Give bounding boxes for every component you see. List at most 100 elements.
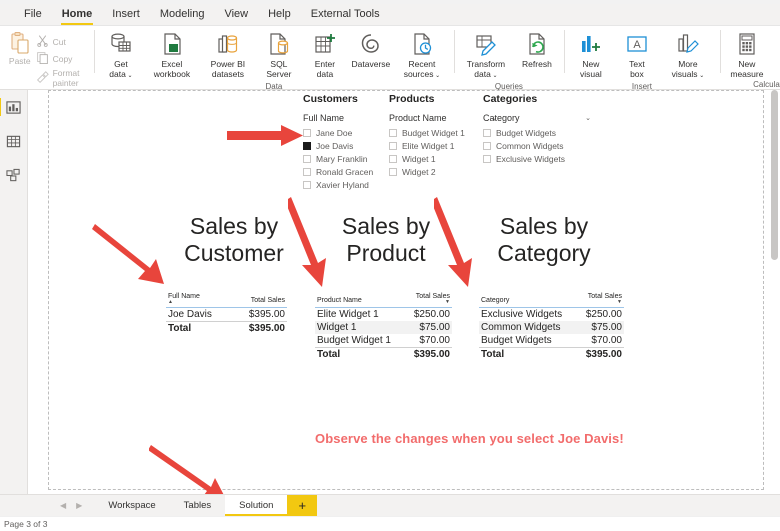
chevron-down-icon[interactable]: ⌄ <box>585 114 591 122</box>
power-bi-datasets-label-line1: Power BI <box>210 59 246 69</box>
table-row[interactable]: Exclusive Widgets $250.00 <box>479 308 624 322</box>
dataverse-button[interactable]: Dataverse <box>348 28 394 69</box>
checkbox-icon[interactable] <box>303 180 311 189</box>
slicer-option[interactable]: Widget 2 <box>389 166 497 177</box>
page-tab-solution[interactable]: Solution <box>225 495 288 516</box>
annotation-text: Observe the changes when you select Joe … <box>315 431 624 446</box>
transform-data-button[interactable]: Transform data ⌄ <box>458 28 514 81</box>
table-row[interactable]: Elite Widget 1 $250.00 <box>315 308 452 322</box>
column-header[interactable]: Full Name ▲ <box>166 292 232 308</box>
slicer-categories[interactable]: Categories Category ⌄ Budget Widgets Common … <box>483 93 591 166</box>
enter-data-button[interactable]: Enter data <box>302 28 348 79</box>
sort-descending-icon: ▼ <box>445 299 450 305</box>
menu-item-view[interactable]: View <box>214 4 258 26</box>
slicer-option[interactable]: Elite Widget 1 <box>389 140 497 151</box>
total-label: Total <box>315 347 406 361</box>
refresh-label-line1: Refresh <box>522 59 552 69</box>
menu-item-modeling[interactable]: Modeling <box>150 4 215 26</box>
paste-button[interactable]: Paste <box>4 30 36 66</box>
sql-server-button[interactable]: SQL Server <box>256 28 302 79</box>
slicer-field-name: Full Name <box>303 113 345 123</box>
menu-item-insert[interactable]: Insert <box>102 4 150 26</box>
copy-button[interactable]: Copy <box>36 51 90 66</box>
checkbox-icon[interactable] <box>389 128 397 137</box>
transform-data-icon <box>476 35 496 56</box>
slicer-option[interactable]: Budget Widget 1 <box>389 127 497 138</box>
checkbox-icon[interactable] <box>389 167 397 176</box>
slicer-option[interactable]: Budget Widgets <box>483 127 591 138</box>
table-row[interactable]: Common Widgets $75.00 <box>479 321 624 334</box>
checkbox-icon[interactable] <box>483 128 491 137</box>
new-visual-button[interactable]: New visual <box>568 28 614 79</box>
get-data-button[interactable]: Get data ⌄ <box>98 28 144 81</box>
table-cell: Budget Widget 1 <box>317 335 391 346</box>
table-row[interactable]: Joe Davis $395.00 <box>166 308 287 322</box>
table-visual-sales-by-category[interactable]: Category Total Sales ▼ Exclusive Widgets $25… <box>479 292 624 361</box>
checkbox-icon[interactable] <box>303 154 311 163</box>
column-header[interactable]: Total Sales ▼ <box>405 292 452 308</box>
prev-page-icon[interactable]: ◀ <box>60 501 66 510</box>
cut-button[interactable]: Cut <box>36 34 90 49</box>
sort-descending-icon: ▼ <box>617 299 622 305</box>
table-visual-sales-by-product[interactable]: Product Name Total Sales ▼ Elite Widget 1 $2… <box>315 292 452 361</box>
text-box-button[interactable]: A Text box <box>614 28 660 79</box>
slicer-option[interactable]: Xavier Hyland <box>303 179 411 190</box>
home-ribbon: Paste Cut Copy Format painter Get data ⌄… <box>0 26 780 98</box>
rail-report-view[interactable] <box>0 96 26 118</box>
power-bi-datasets-button[interactable]: Power BI datasets <box>200 28 256 79</box>
menu-item-home[interactable]: Home <box>52 4 103 26</box>
paste-label: Paste <box>8 56 31 66</box>
table-row[interactable]: Widget 1 $75.00 <box>315 321 452 334</box>
excel-workbook-button[interactable]: Excel workbook <box>144 28 200 79</box>
slicer-option-label: Budget Widgets <box>496 127 557 138</box>
slicer-option[interactable]: Widget 1 <box>389 153 497 164</box>
table-visual-sales-by-customer[interactable]: Full Name ▲ Total Sales Joe Davis $395.00 Tot… <box>166 292 287 335</box>
slicer-option[interactable]: Common Widgets <box>483 140 591 151</box>
work-area: Customers Full Name Jane Doe Joe Davis Mary … <box>0 90 780 494</box>
table-row[interactable]: Budget Widgets $70.00 <box>479 334 624 348</box>
checkbox-icon[interactable] <box>303 128 311 137</box>
rail-model-view[interactable] <box>2 164 26 186</box>
checkbox-icon[interactable] <box>483 141 491 150</box>
scrollbar-thumb[interactable] <box>771 90 778 260</box>
slicer-option[interactable]: Exclusive Widgets <box>483 153 591 164</box>
report-canvas[interactable]: Customers Full Name Jane Doe Joe Davis Mary … <box>48 90 764 494</box>
page-tab-tables[interactable]: Tables <box>170 495 225 516</box>
menu-item-file[interactable]: File <box>14 4 52 26</box>
checkbox-icon[interactable] <box>389 141 397 150</box>
menu-item-help[interactable]: Help <box>258 4 301 26</box>
checkbox-icon[interactable] <box>303 141 311 150</box>
page-tab-workspace[interactable]: Workspace <box>94 495 169 516</box>
menu-item-external-tools[interactable]: External Tools <box>301 4 390 26</box>
checkbox-icon[interactable] <box>303 167 311 176</box>
refresh-button[interactable]: Refresh <box>514 28 560 69</box>
column-header[interactable]: Category <box>479 292 578 308</box>
next-page-icon[interactable]: ▶ <box>76 501 82 510</box>
slicer-title: Categories <box>483 93 538 105</box>
add-page-button[interactable]: + <box>287 495 318 516</box>
format-painter-button[interactable]: Format painter <box>36 68 90 88</box>
column-header[interactable]: Product Name <box>315 292 406 308</box>
slicer-option-label: Exclusive Widgets <box>496 153 565 164</box>
canvas-vertical-scrollbar[interactable] <box>771 90 778 494</box>
recent-sources-button[interactable]: Recent sources ⌄ <box>394 28 450 81</box>
table-header-row: Product Name Total Sales ▼ <box>315 292 452 308</box>
quick-measure-button[interactable]: Quickmeasure <box>770 28 780 79</box>
transform-data-label-line2: data ⌄ <box>474 69 498 79</box>
column-header[interactable]: Total Sales <box>231 292 287 308</box>
rail-data-view[interactable] <box>2 130 26 152</box>
slicer-option-label: Mary Franklin <box>316 153 368 164</box>
checkbox-icon[interactable] <box>389 154 397 163</box>
page-tab-bar: ◀ ▶ Workspace Tables Solution + <box>0 494 780 516</box>
table-cell: Joe Davis <box>168 309 212 320</box>
column-header[interactable]: Total Sales ▼ <box>577 292 624 308</box>
get-data-label-line1: Get <box>114 59 128 69</box>
table-row[interactable]: Budget Widget 1 $70.00 <box>315 334 452 348</box>
slicer-title: Products <box>389 93 435 105</box>
title-line-2: Category <box>497 239 591 266</box>
more-visuals-button[interactable]: More visuals ⌄ <box>660 28 716 81</box>
slicer-products[interactable]: Products Product Name ⌄ Budget Widget 1 Elit… <box>389 93 497 179</box>
checkbox-icon[interactable] <box>483 154 491 163</box>
table-cell: Exclusive Widgets <box>481 309 563 320</box>
new-measure-button[interactable]: New measure <box>724 28 770 79</box>
